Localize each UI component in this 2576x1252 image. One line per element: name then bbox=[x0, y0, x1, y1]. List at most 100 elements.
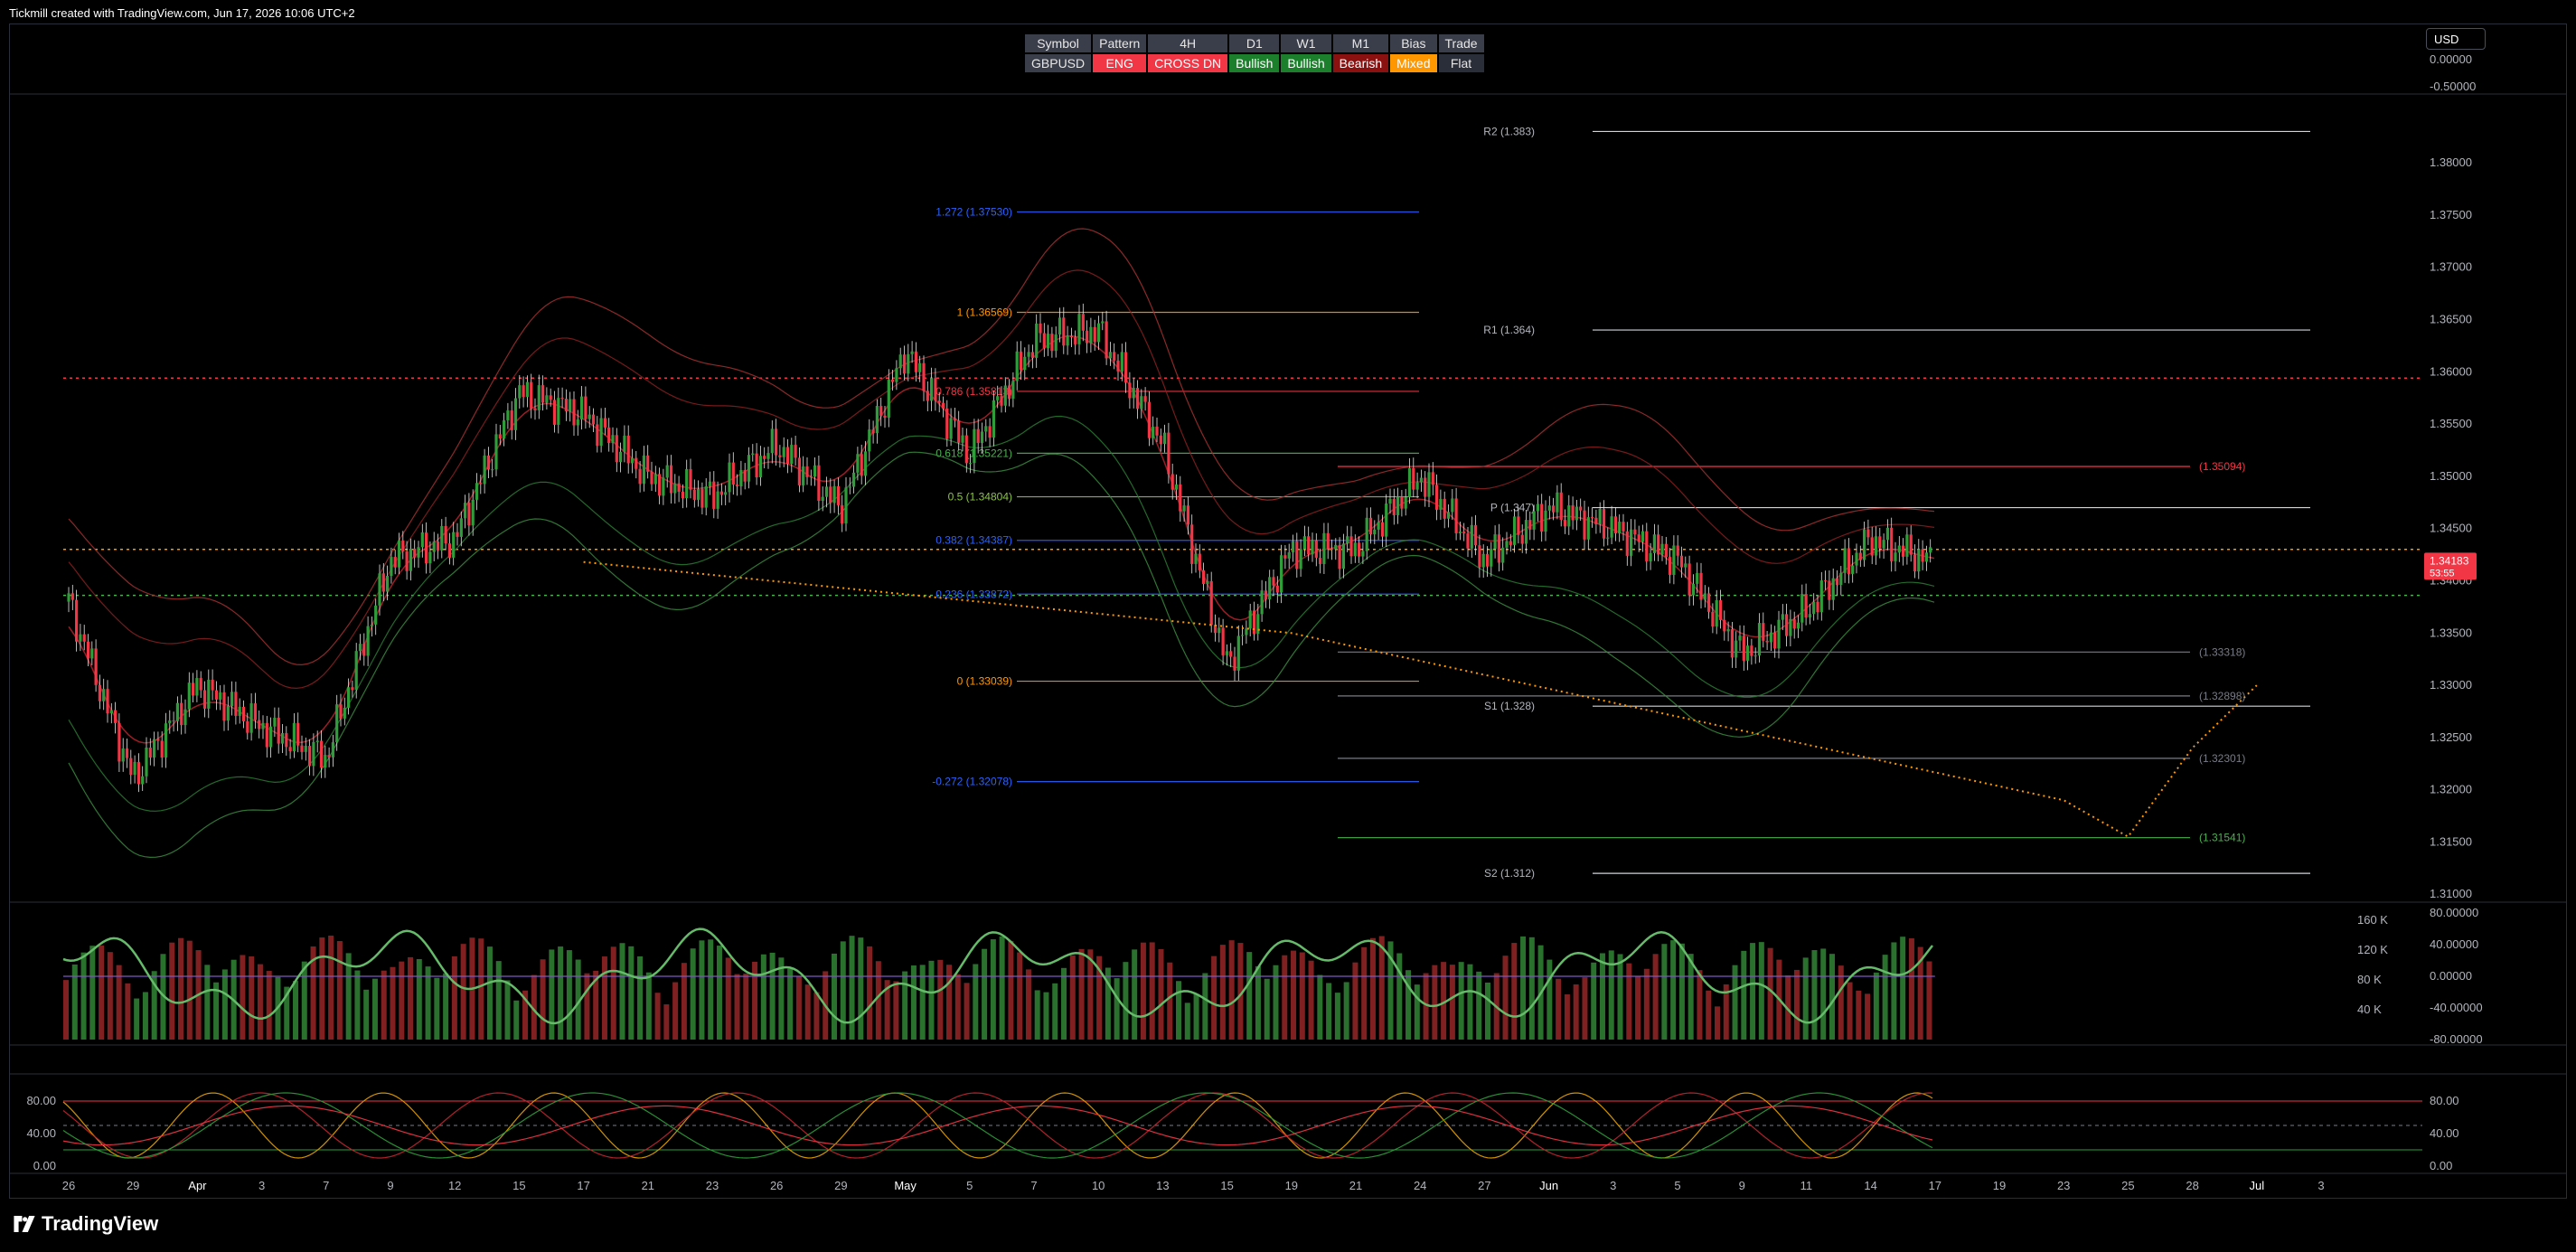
candle-body bbox=[312, 741, 315, 767]
volume-bar bbox=[1520, 936, 1527, 1040]
volume-bar bbox=[1326, 983, 1332, 1040]
currency-selector-button[interactable]: USD bbox=[2426, 28, 2486, 50]
candle-body bbox=[401, 540, 405, 552]
candle-body bbox=[246, 720, 249, 733]
volume-bar bbox=[1635, 976, 1641, 1040]
candle-body bbox=[503, 419, 506, 439]
volume-bar bbox=[601, 956, 607, 1040]
time-axis-label: 15 bbox=[512, 1179, 525, 1192]
volume-bar bbox=[1908, 938, 1914, 1040]
time-axis-label: 9 bbox=[387, 1179, 393, 1192]
volume-bar bbox=[390, 966, 396, 1040]
time-axis-label: 21 bbox=[642, 1179, 654, 1192]
candle-body bbox=[1792, 618, 1796, 629]
candle-body bbox=[658, 474, 662, 496]
candle-body bbox=[1302, 536, 1306, 550]
candle-body bbox=[1730, 629, 1734, 658]
candle-body bbox=[1415, 482, 1419, 490]
candle-body bbox=[984, 426, 988, 432]
candle-body bbox=[1330, 548, 1334, 550]
candle-body bbox=[1679, 555, 1684, 568]
price-axis-label: -0.50000 bbox=[2430, 80, 2476, 93]
candle-body bbox=[1077, 314, 1081, 344]
candle-body bbox=[1319, 557, 1322, 564]
candle-body bbox=[1015, 351, 1019, 381]
candle-body bbox=[716, 491, 719, 509]
volume-bar bbox=[1793, 969, 1800, 1040]
pivot-level-label: R1 (1.364) bbox=[1483, 324, 1535, 336]
candle-body bbox=[1334, 544, 1338, 550]
candle-body bbox=[1388, 498, 1392, 504]
candle-body bbox=[949, 418, 953, 439]
candle-body bbox=[1170, 474, 1174, 490]
candle-body bbox=[1633, 529, 1637, 535]
candle-body bbox=[1435, 485, 1439, 510]
candle-body bbox=[102, 689, 106, 701]
candle-body bbox=[1878, 536, 1882, 549]
candle-body bbox=[1567, 505, 1571, 527]
summary-pattern-cell: ENG bbox=[1093, 54, 1147, 72]
candle-body bbox=[234, 692, 238, 716]
stoch-axis-label: 80.00 bbox=[26, 1094, 56, 1107]
candle-body bbox=[1773, 632, 1777, 649]
candle-body bbox=[607, 427, 611, 444]
candle-body bbox=[114, 710, 118, 723]
signal-summary-table: Symbol Pattern 4H D1 W1 M1 Bias Trade GB… bbox=[1023, 33, 1486, 74]
volume-bar bbox=[1149, 942, 1155, 1040]
candle-body bbox=[891, 379, 895, 382]
candle-body bbox=[319, 740, 324, 768]
summary-d1-cell: Bullish bbox=[1229, 54, 1280, 72]
volume-bar bbox=[681, 963, 687, 1040]
oscillator-axis-label: 40.00000 bbox=[2430, 937, 2478, 951]
pivot-level-label: R2 (1.383) bbox=[1483, 125, 1535, 137]
candle-body bbox=[222, 692, 226, 721]
volume-bar bbox=[708, 939, 714, 1040]
volume-bar bbox=[699, 940, 705, 1040]
candle-body bbox=[988, 426, 992, 438]
summary-header-row: Symbol Pattern 4H D1 W1 M1 Bias Trade bbox=[1025, 34, 1484, 52]
candle-body bbox=[525, 381, 529, 398]
summary-4h-cell: CROSS DN bbox=[1148, 54, 1228, 72]
candle-body bbox=[1470, 524, 1473, 549]
candle-body bbox=[755, 453, 758, 478]
volume-bar bbox=[1317, 974, 1323, 1040]
candle-body bbox=[1493, 534, 1497, 550]
time-axis-label: 5 bbox=[1674, 1179, 1680, 1192]
candle-body bbox=[253, 703, 257, 720]
candle-body bbox=[397, 540, 401, 568]
volume-bar bbox=[1467, 964, 1473, 1040]
volume-bar bbox=[134, 998, 140, 1040]
candle-body bbox=[898, 354, 902, 369]
candle-body bbox=[258, 720, 261, 730]
volume-bar bbox=[1167, 962, 1173, 1040]
volume-bar bbox=[1352, 962, 1359, 1040]
candle-body bbox=[817, 465, 821, 501]
candle-body bbox=[125, 748, 129, 758]
candle-body bbox=[498, 434, 502, 439]
volume-bar bbox=[301, 961, 307, 1040]
candle-body bbox=[770, 428, 774, 454]
oscillator-axis-label: 0.00000 bbox=[2430, 969, 2472, 983]
volume-bar bbox=[672, 982, 679, 1040]
candle-body bbox=[541, 385, 545, 403]
time-axis-label: 3 bbox=[2317, 1179, 2324, 1192]
candle-body bbox=[1688, 563, 1691, 596]
candle-body bbox=[219, 692, 222, 700]
candle-body bbox=[1777, 619, 1781, 649]
candle-body bbox=[1637, 534, 1641, 542]
chart-canvas[interactable]: 26 29 Apr 3 7 9 12 15 17 21 23 26 29 May 5 7 10 13 15 19 21 2… bbox=[0, 0, 2576, 1252]
candle-body bbox=[1746, 645, 1750, 661]
candle-body bbox=[560, 398, 564, 400]
candle-body bbox=[381, 573, 385, 592]
candle-body bbox=[1591, 517, 1594, 519]
volume-bar bbox=[973, 964, 979, 1040]
volume-bar bbox=[849, 936, 855, 1040]
candle-body bbox=[347, 687, 351, 708]
time-axis-label: 17 bbox=[1929, 1179, 1941, 1192]
candle-body bbox=[611, 435, 615, 444]
volume-bar bbox=[1361, 946, 1368, 1040]
candle-body bbox=[230, 692, 234, 707]
volume-bar bbox=[1017, 952, 1023, 1040]
candle-body bbox=[1365, 517, 1368, 551]
candle-body bbox=[513, 398, 518, 430]
